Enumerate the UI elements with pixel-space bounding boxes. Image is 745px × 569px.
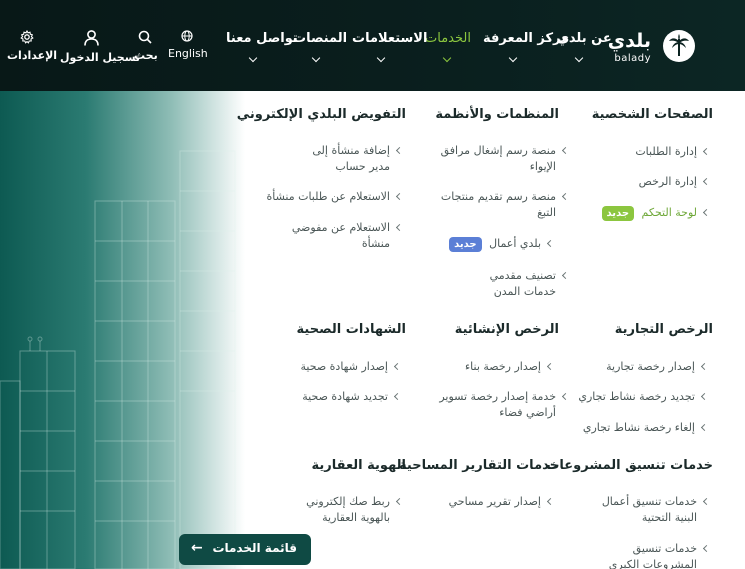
nav-knowledge-center[interactable]: مركز المعرفة (483, 31, 569, 46)
language-label: English (168, 47, 208, 60)
logo-arabic-text: بلدي (607, 30, 651, 52)
user-icon (83, 30, 99, 46)
link-manage-licenses[interactable]: إدارة الرخص (639, 174, 697, 190)
link-renew-commercial-license[interactable]: تجديد رخصة نشاط تجاري (578, 389, 695, 405)
login-button[interactable]: تسجيل الدخول (60, 30, 140, 64)
nav-label: الاستعلامات (352, 31, 428, 46)
section-title-delegation: التفويض البلدي الإلكتروني (236, 107, 406, 122)
link-major-projects-coordination[interactable]: خدمات تنسيق المشروعات الكبرى (579, 541, 697, 569)
top-navbar: بلدي balady عن بلدي مركز المعرفة الخدمات… (0, 0, 745, 91)
link-inquire-establishment-delegates[interactable]: الاستعلام عن مفوضي منشأة (290, 220, 390, 252)
link-city-service-providers[interactable]: تصنيف مقدمي خدمات المدن (456, 268, 556, 300)
link-dashboard[interactable]: لوحة التحكم جديد (601, 205, 697, 221)
logo-english-text: balady (614, 53, 651, 64)
language-switch[interactable]: English (168, 30, 208, 60)
link-issue-building-license[interactable]: إصدار رخصة بناء (465, 359, 541, 375)
section-title-commercial-licenses: الرخص التجارية (614, 322, 713, 337)
login-label: تسجيل الدخول (60, 51, 141, 64)
chevron-down-icon (508, 53, 518, 63)
search-icon (138, 30, 152, 44)
link-infrastructure-coordination[interactable]: خدمات تنسيق أعمال البنية التحتية (579, 494, 697, 526)
globe-icon (181, 30, 193, 42)
services-mega-menu: الصفحات الشخصية إدارة الطلبات إدارة الرخ… (0, 91, 745, 569)
nav-label: الخدمات (425, 31, 471, 46)
services-list-button[interactable]: قائمة الخدمات ← (179, 534, 311, 565)
new-badge: جديد (601, 205, 635, 221)
section-title-health-certificates: الشهادات الصحية (296, 322, 406, 337)
link-balady-business[interactable]: بلدي أعمال جديد (449, 236, 541, 252)
link-renew-health-certificate[interactable]: تجديد شهادة صحية (302, 389, 388, 405)
new-badge: جديد (449, 236, 482, 252)
link-tobacco-platform[interactable]: منصة رسم تقديم منتجات التبغ (438, 189, 556, 221)
chevron-down-icon (248, 53, 258, 63)
link-manage-requests[interactable]: إدارة الطلبات (635, 144, 697, 160)
nav-label: المنصات (293, 31, 348, 46)
settings-button[interactable]: الإعدادات (7, 30, 57, 62)
settings-label: الإعدادات (7, 49, 58, 62)
link-cancel-commercial-license[interactable]: إلغاء رخصة نشاط تجاري (583, 420, 695, 436)
section-title-construction-licenses: الرخص الإنشائية (454, 322, 559, 337)
nav-services[interactable]: الخدمات (425, 31, 471, 46)
gear-icon (20, 30, 34, 44)
link-inquire-establishment-requests[interactable]: الاستعلام عن طلبات منشأة (266, 189, 390, 205)
chevron-down-icon (311, 53, 321, 63)
section-title-platforms: المنظمات والأنظمة (435, 107, 559, 122)
link-lodging-platform[interactable]: منصة رسم إشغال مرافق الإيواء (438, 143, 556, 175)
section-title-personal-pages: الصفحات الشخصية (591, 107, 713, 122)
link-balady-business-label: بلدي أعمال (489, 237, 541, 250)
link-dashboard-label: لوحة التحكم (641, 206, 697, 219)
nav-inquiries[interactable]: الاستعلامات (352, 31, 427, 46)
nav-label: تواصل معنا (226, 31, 298, 46)
section-title-project-coordination: خدمات تنسيق المشروعات (546, 458, 713, 473)
palm-emblem-icon (663, 30, 695, 62)
section-title-survey-reports: خدمات التقارير المساحية (399, 458, 559, 473)
link-link-deed-real-estate-id[interactable]: ربط صك إلكتروني بالهوية العقارية (280, 494, 390, 526)
link-land-fencing-license[interactable]: خدمة إصدار رخصة تسوير أراضي فضاء (431, 389, 556, 421)
link-issue-survey-report[interactable]: إصدار تقرير مساحي (449, 494, 541, 510)
nav-label: مركز المعرفة (483, 31, 570, 46)
chevron-down-icon (376, 53, 386, 63)
section-title-real-estate-id: الهوية العقارية (311, 458, 406, 473)
balady-logo[interactable]: بلدي balady (608, 30, 695, 64)
link-add-establishment[interactable]: إضافة منشأة إلى مدير حساب (290, 143, 390, 175)
chevron-down-icon (442, 53, 452, 63)
nav-contact-us[interactable]: تواصل معنا (226, 31, 298, 46)
chevron-down-icon (574, 53, 584, 63)
nav-platforms[interactable]: المنصات (293, 31, 347, 46)
link-issue-commercial-license[interactable]: إصدار رخصة تجارية (606, 359, 695, 375)
arrow-left-icon: ← (191, 540, 203, 556)
services-list-label: قائمة الخدمات (212, 541, 297, 555)
link-issue-health-certificate[interactable]: إصدار شهادة صحية (301, 359, 389, 375)
